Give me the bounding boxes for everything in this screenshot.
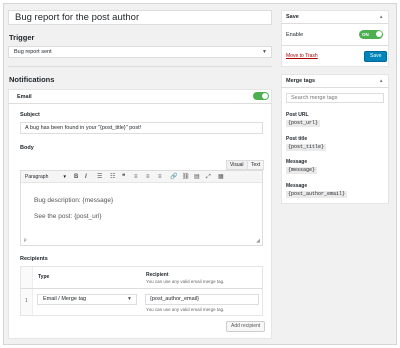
notifications-heading: Notifications (9, 75, 55, 84)
col-type-header: Type (38, 274, 50, 280)
bullet-list-icon[interactable]: ☰ (97, 173, 102, 181)
unlink-icon[interactable]: ⛓ (182, 173, 190, 181)
chevron-down-icon: ▼ (262, 49, 267, 55)
collapse-icon[interactable]: ▲ (379, 78, 383, 83)
recipients-table: Type Recipient You can use any valid ema… (20, 266, 263, 316)
merge-tag-label: Message (286, 183, 308, 189)
chevron-down-icon: ▼ (127, 296, 132, 302)
bold-icon[interactable]: B (74, 173, 78, 181)
trigger-select[interactable]: Bug report sent ▼ (8, 46, 272, 58)
resize-handle-icon[interactable]: ◢ (256, 238, 260, 244)
subject-label: Subject (20, 112, 40, 118)
subject-input[interactable]: A bug has been found in your "{post_titl… (20, 122, 263, 134)
format-select-value: Paragraph (25, 174, 49, 180)
chevron-down-icon: ▼ (62, 174, 67, 179)
merge-tag-label: Message (286, 159, 308, 165)
save-box-title: Save (286, 14, 299, 20)
body-editor[interactable]: Paragraph ▼ B I ☰ ☷ ❝ ≡ ≡ ≡ 🔗 ⛓ ▤ ⤢ ▦ Bu… (20, 170, 263, 246)
divider (281, 23, 389, 24)
trigger-select-value: Bug report sent (14, 49, 52, 55)
editor-toolbar: Paragraph ▼ B I ☰ ☷ ❝ ≡ ≡ ≡ 🔗 ⛓ ▤ ⤢ ▦ (21, 171, 262, 183)
format-select[interactable]: Paragraph ▼ (25, 173, 67, 181)
read-more-icon[interactable]: ▤ (194, 173, 200, 181)
divider (281, 87, 389, 88)
merge-tag-code[interactable]: {message} (286, 167, 318, 174)
recipient-type-value: Email / Merge tag (43, 296, 87, 302)
merge-tag-code[interactable]: {post_url} (286, 120, 321, 127)
editor-status-path: p (24, 237, 27, 242)
body-label: Body (20, 145, 34, 151)
enable-toggle[interactable]: ON (359, 30, 383, 39)
toggle-state: ON (362, 32, 369, 37)
move-to-trash-link[interactable]: Move to Trash (286, 53, 318, 59)
merge-tag-label: Post URL (286, 112, 309, 118)
save-button[interactable]: Save (364, 51, 388, 62)
align-center-icon[interactable]: ≡ (146, 173, 150, 181)
link-icon[interactable]: 🔗 (170, 173, 177, 181)
merge-tags-search-input[interactable] (286, 93, 384, 103)
body-line-1: Bug description: {message} (34, 197, 114, 204)
divider (21, 288, 262, 289)
merge-tags-title: Merge tags (286, 78, 316, 84)
align-left-icon[interactable]: ≡ (134, 173, 138, 181)
post-title-input[interactable]: Bug report for the post author (8, 10, 272, 25)
blockquote-icon[interactable]: ❝ (122, 173, 125, 181)
recipient-help: You can use any valid email merge tag. (146, 307, 225, 312)
merge-tag-label: Post title (286, 136, 308, 142)
recipients-label: Recipients (20, 256, 48, 262)
trigger-heading: Trigger (9, 33, 35, 42)
tab-text[interactable]: Text (247, 160, 265, 170)
enable-label: Enable (286, 32, 304, 38)
toolbar-toggle-icon[interactable]: ▦ (218, 173, 224, 181)
italic-icon[interactable]: I (85, 173, 87, 181)
numbered-list-icon[interactable]: ☷ (110, 173, 115, 181)
tab-visual[interactable]: Visual (226, 160, 248, 170)
recipient-input[interactable]: {post_author_email} (145, 294, 259, 305)
divider (8, 103, 272, 104)
body-line-2: See the post: {post_url} (34, 213, 102, 220)
col-recipient-help: You can use any valid email merge tag. (146, 279, 225, 284)
email-label: Email (17, 94, 32, 100)
collapse-icon[interactable]: ▲ (379, 14, 383, 19)
fullscreen-icon[interactable]: ⤢ (206, 173, 211, 181)
add-recipient-button[interactable]: Add recipient (226, 321, 266, 332)
merge-tag-code[interactable]: {post_title} (286, 144, 327, 151)
email-toggle[interactable] (253, 92, 269, 100)
recipient-type-select[interactable]: Email / Merge tag ▼ (37, 294, 137, 305)
align-right-icon[interactable]: ≡ (158, 173, 162, 181)
col-recipient-header: Recipient (146, 272, 169, 278)
merge-tag-code[interactable]: {post_author_email} (286, 191, 348, 198)
row-index-column (21, 267, 33, 315)
row-index: 1 (25, 298, 28, 304)
divider (281, 45, 389, 46)
divider (8, 66, 272, 67)
